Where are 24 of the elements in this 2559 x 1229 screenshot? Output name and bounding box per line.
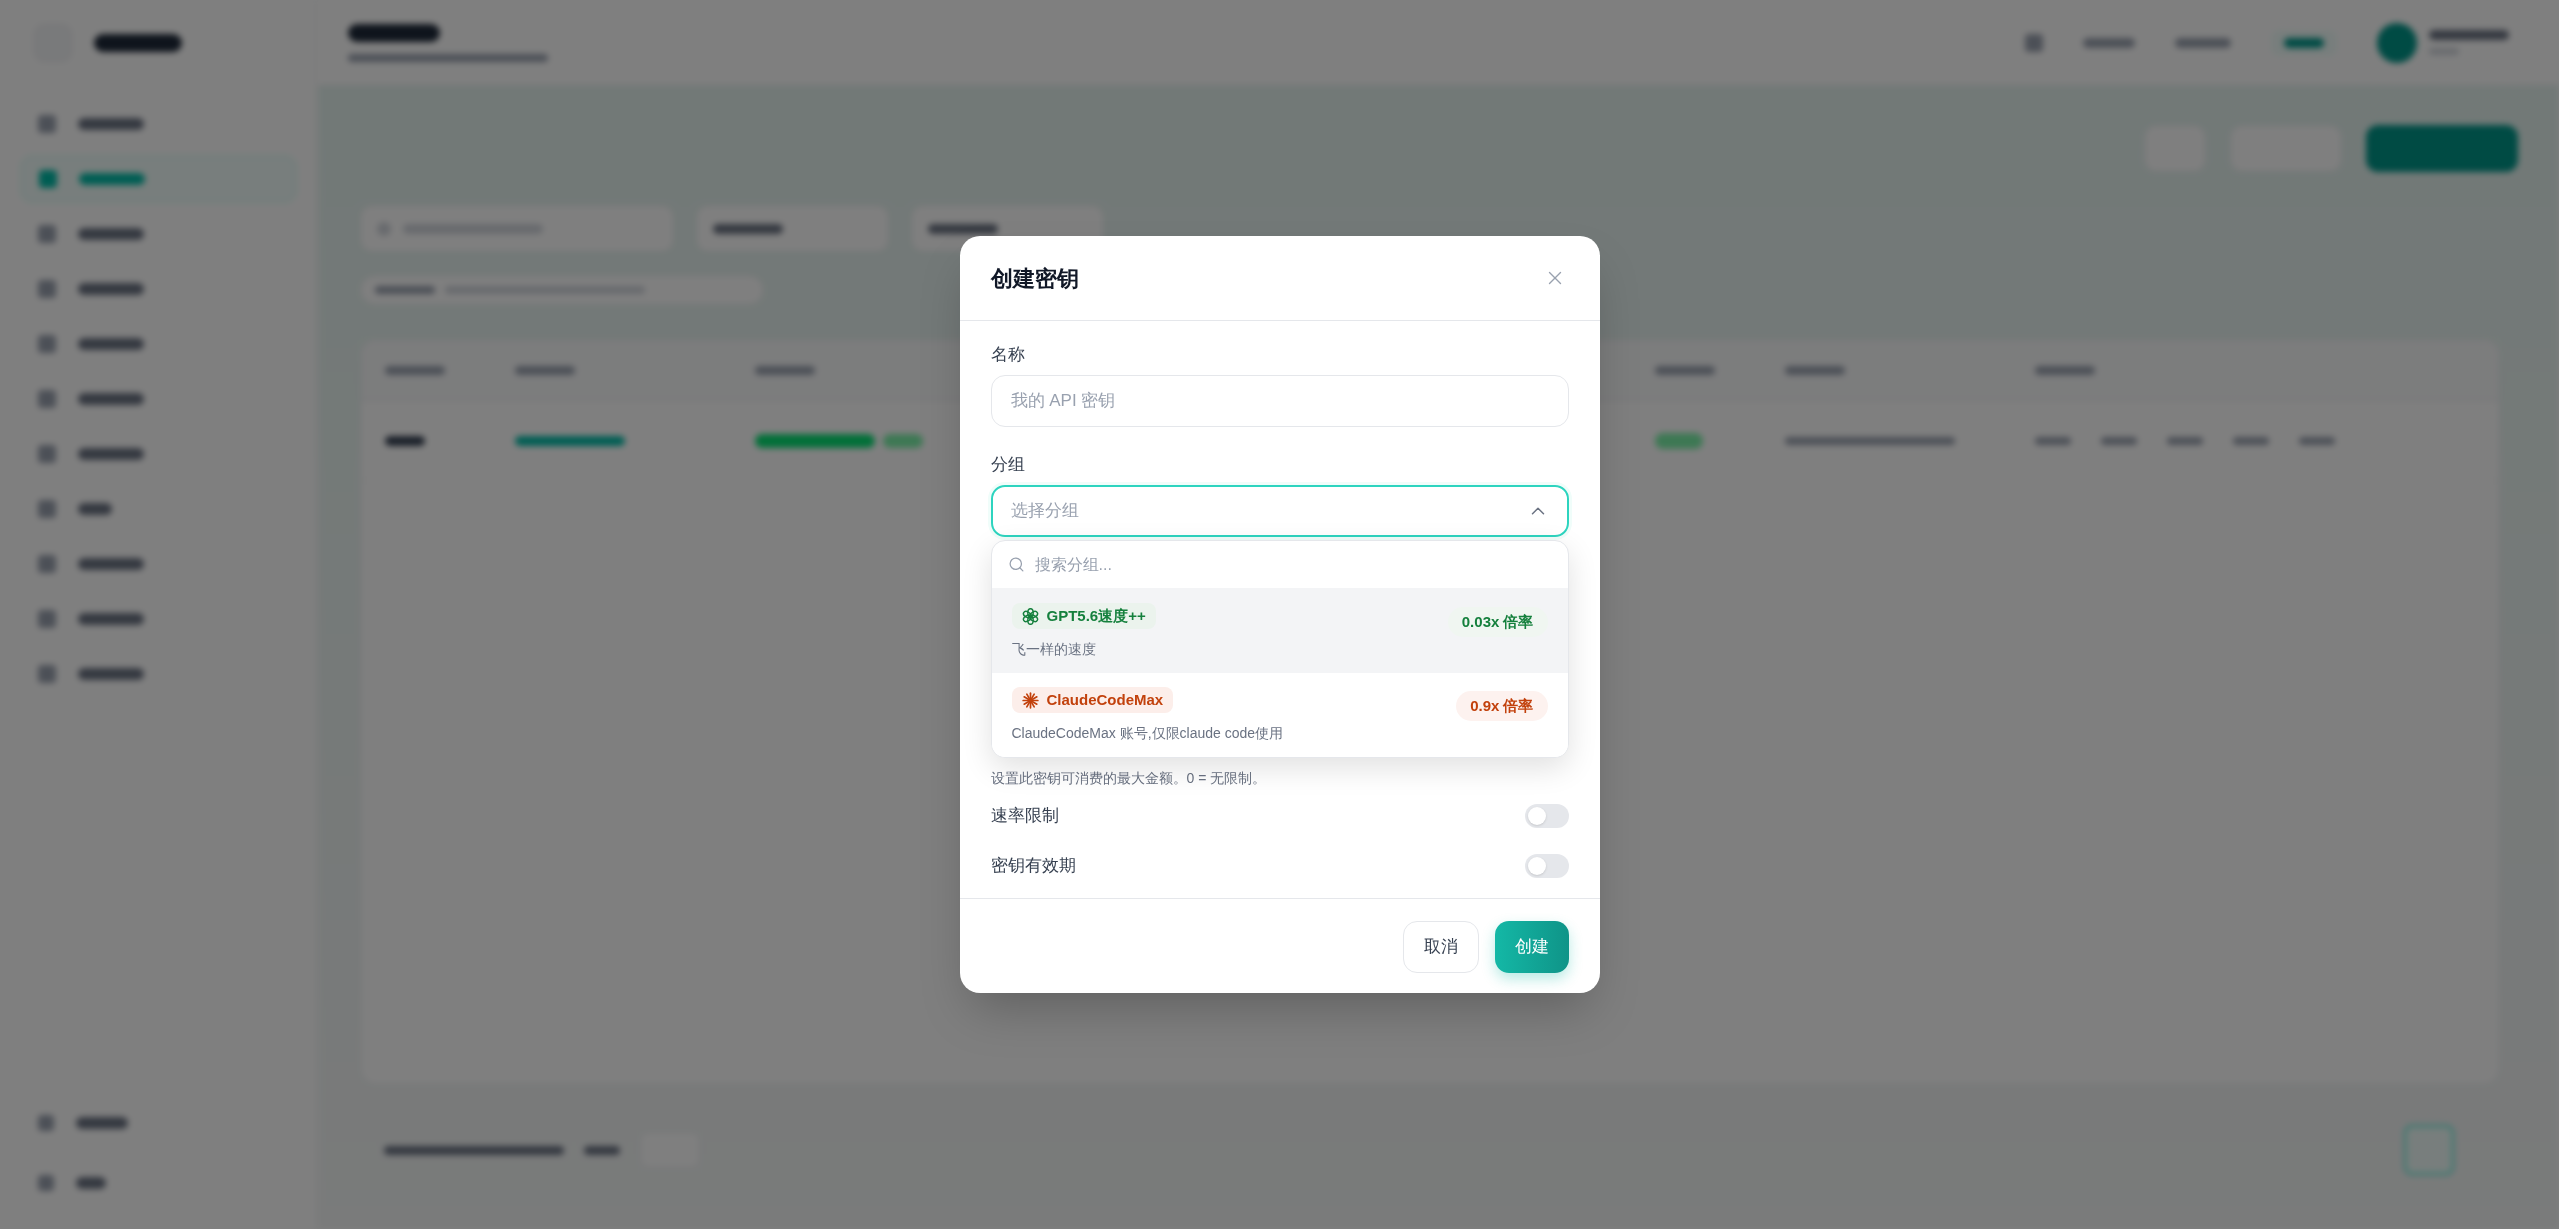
dialog-title: 创建密钥 — [990, 264, 1079, 293]
name-input[interactable]: 我的 API 密钥 — [990, 375, 1569, 427]
spending-limit-hint: 设置此密钥可消费的最大金额。0 = 无限制。 — [990, 769, 1268, 788]
group-description: 飞一样的速度 — [1011, 640, 1096, 659]
group-label: 分组 — [990, 454, 1026, 476]
rate-badge: 0.03x 倍率 — [1447, 607, 1548, 637]
group-select[interactable]: 选择分组 — [990, 485, 1569, 537]
toggle-label: 速率限制 — [990, 805, 1059, 828]
cancel-button[interactable]: 取消 — [1402, 921, 1479, 973]
group-name: GPT5.6速度++ — [1046, 605, 1146, 626]
group-description: ClaudeCodeMax 账号,仅限claude code使用 — [1011, 724, 1284, 743]
group-option[interactable]: GPT5.6速度++ 飞一样的速度 0.03x 倍率 — [991, 589, 1568, 673]
name-label: 名称 — [990, 344, 1026, 366]
group-search-input[interactable]: 搜索分组... — [1034, 552, 1552, 577]
rate-badge: 0.9x 倍率 — [1456, 691, 1548, 721]
toggle-switch[interactable] — [1524, 854, 1569, 878]
knot-icon — [1021, 607, 1039, 625]
starburst-icon — [1021, 691, 1039, 709]
group-name: ClaudeCodeMax — [1046, 689, 1164, 710]
toggle-switch[interactable] — [1524, 804, 1569, 828]
create-button[interactable]: 创建 — [1494, 921, 1569, 973]
group-option[interactable]: ClaudeCodeMax ClaudeCodeMax 账号,仅限claude code使用 0.9x 倍率 — [991, 673, 1568, 757]
toggle-label: 密钥有效期 — [990, 855, 1076, 878]
search-icon — [1007, 556, 1025, 573]
